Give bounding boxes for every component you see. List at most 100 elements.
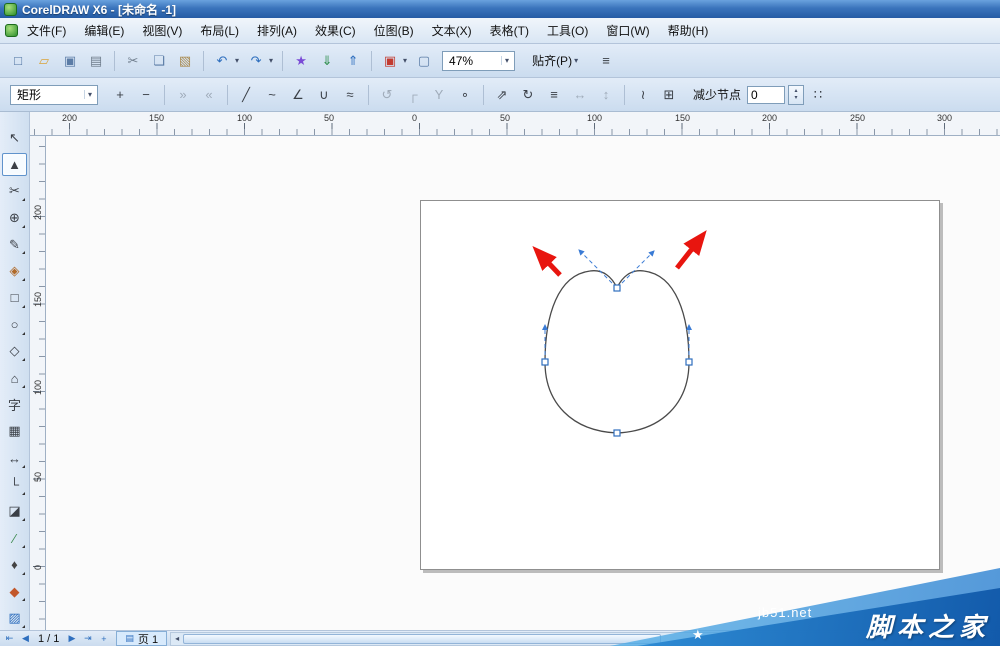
polygon-tool[interactable]: ◇ bbox=[2, 340, 27, 364]
close-curve-button[interactable]: ∘ bbox=[453, 83, 477, 107]
scroll-right-icon[interactable]: ▸ bbox=[983, 634, 995, 643]
copy-button[interactable]: ❏ bbox=[147, 49, 171, 73]
select-all-nodes-button[interactable]: ⊞ bbox=[657, 83, 681, 107]
shape-type-combo[interactable]: 矩形 ▾ bbox=[10, 84, 98, 105]
rotate-nodes-button[interactable]: ↻ bbox=[516, 83, 540, 107]
new-document-button[interactable]: □ bbox=[6, 49, 30, 73]
color-eyedropper-tool[interactable]: ∕ bbox=[2, 526, 27, 550]
elastic-mode-button[interactable]: ≀ bbox=[631, 83, 655, 107]
blend-tool[interactable]: ◪ bbox=[2, 500, 27, 524]
document-navigator: ⇤ ◀ 1 / 1 ▶ ⇥ + ▤ 页 1 ◂ ▸ bbox=[0, 630, 1000, 646]
prev-page-button[interactable]: ◀ bbox=[18, 633, 33, 644]
convert-to-curve-button[interactable]: ~ bbox=[260, 83, 284, 107]
drawing-page[interactable] bbox=[420, 200, 940, 570]
zoom-level-combo[interactable]: 47% ▾ bbox=[442, 50, 516, 71]
connector-tool[interactable]: └ bbox=[2, 473, 27, 497]
snap-to-dropdown[interactable]: 贴齐(P) ▾ bbox=[525, 49, 588, 72]
basic-shapes-tool[interactable]: ⌂ bbox=[2, 366, 27, 390]
shape-tool[interactable]: ▲ bbox=[2, 152, 27, 177]
coreldraw-app-icon bbox=[4, 2, 17, 16]
last-page-button[interactable]: ⇥ bbox=[80, 633, 95, 644]
menu-item-effects[interactable]: 效果(C) bbox=[306, 20, 365, 41]
search-content-button[interactable]: ★ bbox=[289, 49, 313, 73]
menu-item-view[interactable]: 视图(V) bbox=[133, 20, 191, 41]
toolbar-separator bbox=[164, 84, 165, 105]
freehand-tool[interactable]: ✎ bbox=[2, 233, 27, 257]
menu-item-table[interactable]: 表格(T) bbox=[481, 20, 538, 41]
paste-button[interactable]: ▧ bbox=[173, 49, 197, 73]
menu-item-window[interactable]: 窗口(W) bbox=[597, 20, 658, 41]
undo-dropdown-icon[interactable]: ▾ bbox=[235, 56, 239, 65]
extract-subpath-button[interactable]: Y bbox=[427, 83, 451, 107]
open-button[interactable]: ▱ bbox=[32, 49, 56, 73]
toolbar-separator bbox=[624, 84, 625, 105]
undo-button[interactable]: ↶ bbox=[210, 49, 234, 73]
align-nodes-button[interactable]: ≡ bbox=[542, 83, 566, 107]
menu-item-file[interactable]: 文件(F) bbox=[18, 20, 75, 41]
smooth-node-button[interactable]: ∪ bbox=[312, 83, 336, 107]
reflect-vertical-button[interactable]: ↕ bbox=[594, 83, 618, 107]
curve-smoothness-button[interactable]: ∷ bbox=[806, 83, 830, 107]
standard-toolbar-buttons: □ ▱ ▣ ▤ ✂ ❏ ▧ ↶ ▾ ↷ ▾ ★ ⇓ ⇑ ▣ ▾ ▢ bbox=[6, 49, 436, 73]
import-button[interactable]: ⇓ bbox=[315, 49, 339, 73]
extend-curve-to-close-button[interactable]: ┌ bbox=[401, 83, 425, 107]
menu-item-layout[interactable]: 布局(L) bbox=[191, 20, 248, 41]
crop-tool[interactable]: ✂ bbox=[2, 179, 27, 203]
redo-dropdown-icon[interactable]: ▾ bbox=[269, 56, 273, 65]
fill-tool[interactable]: ◆ bbox=[2, 580, 27, 604]
application-launcher-dropdown-icon[interactable]: ▾ bbox=[403, 56, 407, 65]
text-tool[interactable]: 字 bbox=[2, 393, 27, 417]
application-launcher-button[interactable]: ▣ bbox=[378, 49, 402, 73]
menu-item-arrange[interactable]: 排列(A) bbox=[248, 20, 306, 41]
pick-tool[interactable]: ↖ bbox=[2, 126, 27, 150]
scrollbar-thumb[interactable] bbox=[183, 633, 661, 644]
horizontal-ruler[interactable]: 200 150 100 50 0 50 100 150 200 250 300 bbox=[30, 112, 1000, 136]
stepper-down-icon[interactable]: ▾ bbox=[795, 95, 798, 102]
dimension-tool[interactable]: ↔ bbox=[2, 446, 27, 470]
menu-item-edit[interactable]: 编辑(E) bbox=[75, 20, 133, 41]
reduce-nodes-input[interactable] bbox=[747, 85, 786, 104]
rectangle-tool[interactable]: □ bbox=[2, 286, 27, 310]
menu-item-text[interactable]: 文本(X) bbox=[423, 20, 481, 41]
add-node-button[interactable]: + bbox=[108, 83, 132, 107]
ellipse-tool[interactable]: ○ bbox=[2, 313, 27, 337]
shape-type-dropdown-icon[interactable]: ▾ bbox=[83, 90, 95, 99]
zoom-dropdown-icon[interactable]: ▾ bbox=[501, 56, 512, 65]
add-page-button[interactable]: + bbox=[96, 634, 111, 644]
options-button[interactable]: ≡ bbox=[594, 49, 618, 73]
stretch-nodes-button[interactable]: ⇗ bbox=[490, 83, 514, 107]
break-curve-button[interactable]: « bbox=[197, 83, 221, 107]
reverse-direction-button[interactable]: ↺ bbox=[375, 83, 399, 107]
scroll-left-icon[interactable]: ◂ bbox=[171, 634, 183, 643]
first-page-button[interactable]: ⇤ bbox=[2, 633, 17, 644]
next-page-button[interactable]: ▶ bbox=[64, 633, 79, 644]
table-tool[interactable]: ▦ bbox=[2, 420, 27, 444]
fullscreen-preview-button[interactable]: ▢ bbox=[412, 49, 436, 73]
cusp-node-button[interactable]: ∠ bbox=[286, 83, 310, 107]
cut-button[interactable]: ✂ bbox=[121, 49, 145, 73]
delete-node-button[interactable]: − bbox=[134, 83, 158, 107]
outline-pen-tool[interactable]: ♦ bbox=[2, 553, 27, 577]
reflect-horizontal-button[interactable]: ↔ bbox=[568, 83, 592, 107]
symmetrical-node-button[interactable]: ≈ bbox=[338, 83, 362, 107]
standard-toolbar: □ ▱ ▣ ▤ ✂ ❏ ▧ ↶ ▾ ↷ ▾ ★ ⇓ ⇑ ▣ ▾ ▢ 47% ▾ 贴齐(P) ▾ ≡ bbox=[0, 44, 1000, 78]
print-button[interactable]: ▤ bbox=[84, 49, 108, 73]
interactive-fill-tool[interactable]: ▨ bbox=[2, 606, 27, 630]
canvas-area[interactable] bbox=[46, 136, 1000, 630]
stepper-up-icon[interactable]: ▴ bbox=[795, 88, 798, 95]
save-button[interactable]: ▣ bbox=[58, 49, 82, 73]
menu-item-bitmaps[interactable]: 位图(B) bbox=[365, 20, 423, 41]
snap-dropdown-icon: ▾ bbox=[574, 56, 579, 65]
join-nodes-button[interactable]: » bbox=[171, 83, 195, 107]
vertical-ruler[interactable]: 200 150 100 50 0 bbox=[30, 136, 46, 630]
menu-item-help[interactable]: 帮助(H) bbox=[659, 20, 718, 41]
zoom-tool[interactable]: ⊕ bbox=[2, 206, 27, 230]
menu-item-tools[interactable]: 工具(O) bbox=[538, 20, 597, 41]
redo-button[interactable]: ↷ bbox=[244, 49, 268, 73]
page-tab[interactable]: ▤ 页 1 bbox=[116, 631, 168, 646]
convert-to-line-button[interactable]: ╱ bbox=[234, 83, 258, 107]
artistic-media-tool[interactable]: ◈ bbox=[2, 259, 27, 283]
horizontal-scrollbar[interactable]: ◂ ▸ bbox=[170, 631, 996, 646]
reduce-nodes-stepper[interactable]: ▴ ▾ bbox=[788, 84, 805, 105]
export-button[interactable]: ⇑ bbox=[341, 49, 365, 73]
